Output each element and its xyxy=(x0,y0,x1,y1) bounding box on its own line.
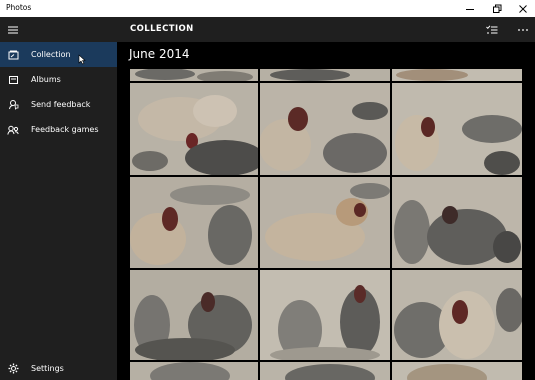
photo-tile[interactable] xyxy=(130,362,258,380)
close-icon xyxy=(519,4,527,13)
sidebar: Collection Albums Send feedback Feedback… xyxy=(0,17,117,380)
photo-tile[interactable] xyxy=(130,69,258,81)
sidebar-item-label: Send feedback xyxy=(31,100,91,109)
header: COLLECTION xyxy=(117,17,535,42)
feedback-icon xyxy=(0,99,26,110)
sidebar-item-feedback-games[interactable]: Feedback games xyxy=(0,117,117,142)
close-button[interactable] xyxy=(510,0,535,17)
title-bar: Photos xyxy=(0,0,535,17)
photo-tile[interactable] xyxy=(260,69,390,81)
hamburger-icon xyxy=(8,26,18,33)
sidebar-item-label: Settings xyxy=(31,364,64,373)
sidebar-item-label: Albums xyxy=(31,75,61,84)
select-button[interactable] xyxy=(480,17,504,42)
minimize-button[interactable] xyxy=(457,0,483,17)
sidebar-item-albums[interactable]: Albums xyxy=(0,67,117,92)
photo-tile[interactable] xyxy=(392,362,522,380)
page-title: COLLECTION xyxy=(130,24,194,34)
gear-icon xyxy=(0,363,26,374)
photo-tile[interactable] xyxy=(260,83,390,175)
photo-tile[interactable] xyxy=(392,83,522,175)
photo-tile[interactable] xyxy=(392,270,522,360)
sidebar-item-send-feedback[interactable]: Send feedback xyxy=(0,92,117,117)
photo-tile[interactable] xyxy=(130,270,258,360)
photo-tile[interactable] xyxy=(130,83,258,175)
photo-tile[interactable] xyxy=(260,177,390,268)
photo-tile[interactable] xyxy=(392,177,522,268)
hamburger-menu-button[interactable] xyxy=(0,17,26,42)
minimize-icon xyxy=(466,8,474,10)
photo-tile[interactable] xyxy=(260,362,390,380)
select-list-icon xyxy=(486,24,498,33)
sidebar-item-label: Feedback games xyxy=(31,125,99,134)
sidebar-item-collection[interactable]: Collection xyxy=(0,42,117,67)
collection-icon xyxy=(0,50,26,60)
games-icon xyxy=(0,125,26,135)
maximize-button[interactable] xyxy=(484,0,510,17)
restore-icon xyxy=(493,4,502,13)
photo-tile[interactable] xyxy=(130,177,258,268)
photo-grid xyxy=(130,69,522,380)
more-icon xyxy=(518,28,528,31)
window-title: Photos xyxy=(6,3,32,12)
section-title: June 2014 xyxy=(129,47,190,61)
more-options-button[interactable] xyxy=(511,17,535,42)
sidebar-item-label: Collection xyxy=(31,50,71,59)
sidebar-item-settings[interactable]: Settings xyxy=(0,356,117,380)
mouse-cursor-icon xyxy=(78,54,86,65)
photo-tile[interactable] xyxy=(260,270,390,360)
photo-tile[interactable] xyxy=(392,69,522,81)
main-panel: COLLECTION June 2014 xyxy=(117,17,535,380)
albums-icon xyxy=(0,75,26,85)
collection-content: June 2014 xyxy=(117,42,535,380)
